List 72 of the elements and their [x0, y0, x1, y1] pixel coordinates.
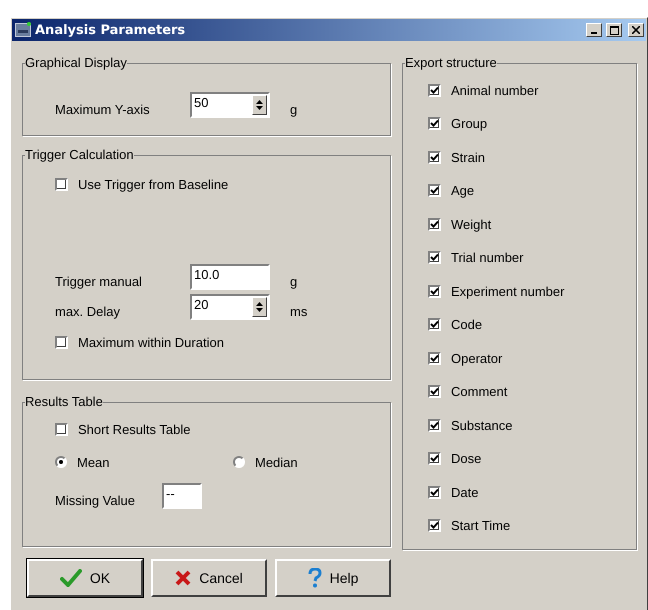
checkbox-label: Dose [451, 451, 482, 466]
checkbox[interactable] [55, 336, 68, 348]
checkbox[interactable] [428, 318, 441, 331]
checkbox-label: Weight [451, 216, 492, 232]
unit-label: ms [290, 304, 308, 318]
checkbox[interactable] [428, 284, 441, 298]
checkbox-label: Animal number [451, 82, 538, 98]
window-title: Analysis Parameters [35, 22, 186, 38]
spin-box[interactable]: 50 [190, 92, 270, 118]
input-field[interactable]: -- [162, 483, 202, 509]
checkbox-label: Date [451, 484, 478, 500]
checkbox[interactable] [428, 352, 441, 364]
checkmark-icon [60, 569, 82, 587]
checkbox[interactable] [55, 422, 68, 436]
checkbox-label: Comment [451, 384, 508, 399]
radio-button[interactable] [55, 456, 67, 468]
cancel-button[interactable]: Cancel [151, 559, 267, 597]
field-label: max. Delay [55, 304, 122, 318]
maximize-icon [610, 26, 618, 34]
ok-button[interactable]: OK [27, 559, 143, 597]
unit-label: g [290, 102, 298, 116]
checkbox[interactable] [428, 150, 441, 164]
group-title: Export structure [405, 56, 497, 70]
checkbox-label: Maximum within Duration [78, 334, 224, 350]
field-label: Missing Value [55, 492, 136, 508]
checkbox[interactable] [428, 251, 441, 264]
checkbox[interactable] [428, 486, 441, 498]
checkbox[interactable] [428, 117, 441, 130]
spin-box[interactable]: 20 [190, 294, 270, 320]
group-title: Results Table [25, 395, 103, 409]
input-field[interactable]: 10.0 [190, 264, 270, 290]
minimize-button[interactable] [586, 23, 602, 37]
checkbox[interactable] [428, 452, 441, 465]
radio-button[interactable] [233, 456, 245, 468]
checkbox[interactable] [428, 418, 441, 432]
checkbox[interactable] [428, 218, 441, 230]
help-icon [308, 568, 322, 588]
group-title: Trigger Calculation [25, 148, 134, 162]
checkbox-label: Start Time [451, 518, 510, 533]
close-icon [175, 570, 192, 586]
input-field[interactable]: 20 [192, 296, 251, 312]
checkbox[interactable] [428, 84, 441, 96]
checkbox-label: Substance [451, 418, 512, 432]
checkbox-label: Code [451, 317, 482, 332]
close-icon [632, 26, 640, 34]
checkbox-label: Trial number [451, 250, 524, 265]
up-down-arrows-icon [254, 99, 264, 111]
unit-label: g [290, 274, 298, 288]
checkbox-label: Group [451, 116, 488, 131]
checkbox-label: Use Trigger from Baseline [78, 176, 228, 192]
field-label: Trigger manual [55, 274, 143, 288]
checkbox[interactable] [428, 385, 441, 398]
spin-button[interactable] [252, 95, 267, 115]
checkbox[interactable] [428, 184, 441, 197]
checkbox-label: Operator [451, 350, 502, 366]
field-label: Maximum Y-axis [55, 102, 151, 116]
help-button[interactable]: Help [275, 559, 391, 597]
radio-label: Median [255, 454, 298, 470]
checkbox[interactable] [55, 178, 68, 190]
checkbox-label: Age [451, 183, 474, 198]
group-title: Graphical Display [25, 56, 127, 70]
input-field[interactable]: 50 [192, 94, 251, 110]
close-button[interactable] [628, 23, 644, 37]
checkbox[interactable] [428, 519, 441, 532]
checkbox-label: Short Results Table [78, 422, 190, 436]
checkbox-label: Experiment number [451, 284, 564, 298]
spin-button[interactable] [252, 297, 267, 317]
checkbox-label: Strain [451, 150, 485, 164]
radio-label: Mean [77, 454, 110, 470]
app-icon [15, 22, 31, 38]
up-down-arrows-icon [254, 301, 264, 313]
maximize-button[interactable] [606, 23, 622, 37]
